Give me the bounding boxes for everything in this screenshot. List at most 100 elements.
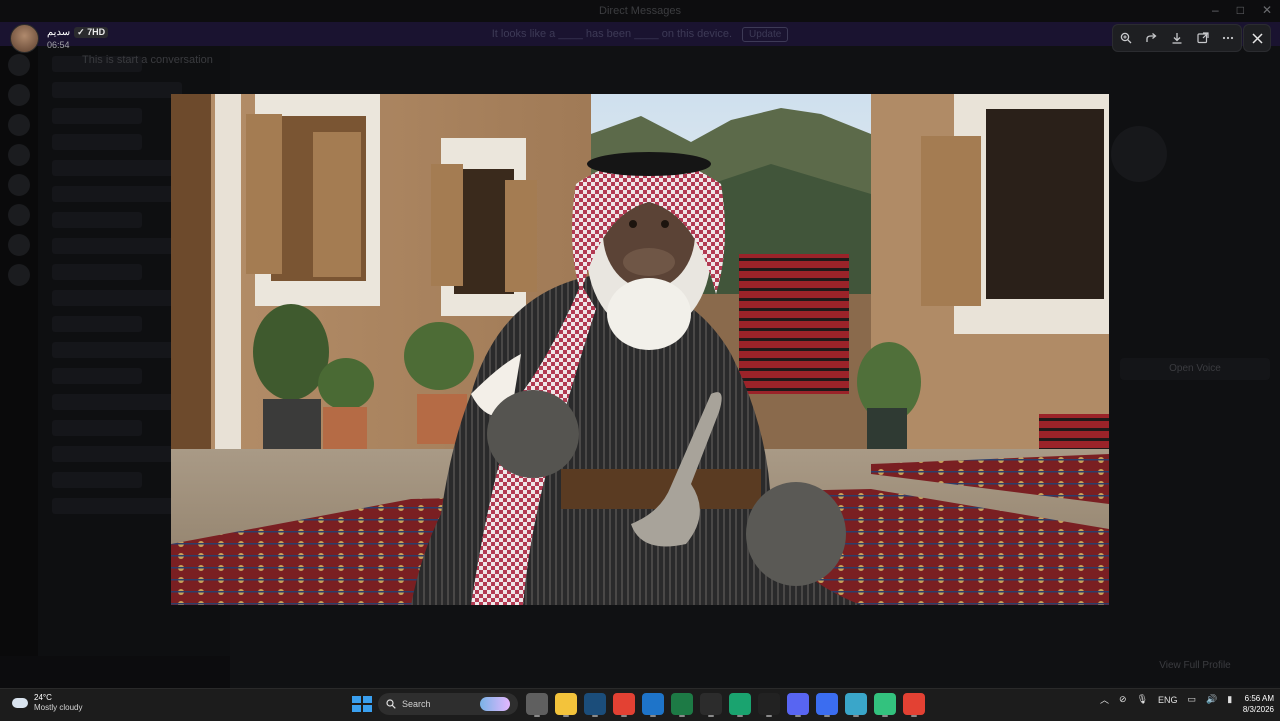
edge-icon[interactable] — [729, 693, 751, 717]
forward-icon[interactable] — [1141, 28, 1161, 48]
robot-app-icon[interactable] — [874, 693, 896, 717]
server-rail — [0, 46, 38, 656]
lightbox-image[interactable] — [171, 94, 1109, 605]
steam-icon[interactable] — [584, 693, 606, 717]
list-item[interactable] — [52, 108, 142, 124]
system-tray: ︿ ⊘ 🎙 ENG ▭ 🔊 ▮ — [1100, 693, 1232, 706]
list-item[interactable] — [52, 238, 182, 254]
file-explorer-icon[interactable] — [555, 693, 577, 717]
running-indicator — [824, 715, 830, 717]
view-full-profile-link[interactable]: View Full Profile — [1110, 660, 1280, 671]
author-name: سديم — [47, 27, 71, 38]
server-icon[interactable] — [8, 54, 30, 76]
server-icon[interactable] — [8, 144, 30, 166]
running-indicator — [534, 715, 540, 717]
close-icon[interactable] — [1243, 24, 1271, 52]
server-icon[interactable] — [8, 234, 30, 256]
author-name-row: سديم ✓ 7HD — [47, 27, 109, 38]
search-highlight-icon — [480, 697, 510, 711]
more-icon[interactable] — [1218, 28, 1238, 48]
list-item[interactable] — [52, 446, 182, 462]
language-indicator[interactable]: ENG — [1158, 695, 1178, 705]
pinned-apps — [526, 693, 925, 717]
open-in-browser-icon[interactable] — [1193, 28, 1213, 48]
window-close-icon[interactable]: ✕ — [1262, 3, 1272, 17]
running-indicator — [911, 715, 917, 717]
banner-update-button[interactable]: Update — [742, 26, 789, 42]
list-item[interactable] — [52, 394, 182, 410]
g-app-icon[interactable] — [758, 693, 780, 717]
excel-icon[interactable] — [671, 693, 693, 717]
server-icon[interactable] — [8, 174, 30, 196]
partly-cloudy-icon — [8, 694, 28, 708]
maximize-icon[interactable]: □ — [1237, 3, 1244, 17]
running-indicator — [766, 715, 772, 717]
photo-illustration — [171, 94, 1109, 605]
list-item[interactable] — [52, 160, 182, 176]
list-item[interactable] — [52, 316, 142, 332]
search-icon — [386, 699, 396, 709]
list-item[interactable] — [52, 212, 142, 228]
outlook-icon[interactable] — [642, 693, 664, 717]
download-icon[interactable] — [1167, 28, 1187, 48]
server-icon[interactable] — [8, 204, 30, 226]
volume-icon[interactable]: 🔊 — [1206, 694, 1217, 705]
zoom-in-icon[interactable] — [1116, 28, 1136, 48]
author-badge: ✓ 7HD — [74, 27, 109, 38]
running-indicator — [853, 715, 859, 717]
lightbox-toolbar — [1112, 24, 1242, 52]
network-off-icon[interactable]: ⊘ — [1119, 694, 1127, 705]
search-label: Search — [402, 699, 431, 709]
taskbar: 24°C Mostly cloudy Search ︿ ⊘ 🎙 ENG ▭ 🔊 … — [0, 688, 1280, 721]
capcut-icon[interactable] — [700, 693, 722, 717]
window-title: Direct Messages — [599, 5, 681, 17]
monitor-icon[interactable]: ▭ — [1188, 694, 1197, 705]
clock-time: 6:56 AM — [1244, 694, 1274, 703]
pinwheel-icon[interactable] — [845, 693, 867, 717]
discord-icon[interactable] — [787, 693, 809, 717]
update-banner: It looks like a ____ has been ____ on th… — [0, 22, 1280, 46]
app-titlebar: Direct Messages – □ ✕ — [0, 0, 1280, 22]
running-indicator — [737, 715, 743, 717]
server-icon[interactable] — [8, 84, 30, 106]
minimize-icon[interactable]: – — [1212, 3, 1219, 17]
list-item[interactable] — [52, 368, 142, 384]
windows-start-icon[interactable] — [350, 694, 372, 714]
server-icon[interactable] — [8, 264, 30, 286]
running-indicator — [679, 715, 685, 717]
taskbar-clock[interactable]: 6:56 AM 8/3/2026 — [1228, 693, 1274, 715]
running-indicator — [882, 715, 888, 717]
running-indicator — [621, 715, 627, 717]
list-item[interactable] — [52, 342, 182, 358]
chevron-up-icon[interactable]: ︿ — [1100, 693, 1109, 706]
window-controls: – □ ✕ — [1212, 3, 1272, 17]
list-item[interactable] — [52, 82, 182, 98]
weather-widget[interactable]: 24°C Mostly cloudy — [8, 693, 83, 713]
lightbox-author: سديم ✓ 7HD 06:54 — [10, 24, 109, 53]
list-item[interactable] — [52, 134, 142, 150]
server-icon[interactable] — [8, 114, 30, 136]
list-item[interactable] — [52, 264, 142, 280]
taskbar-apps: Search — [350, 693, 925, 717]
microphone-icon[interactable]: 🎙 — [1137, 694, 1148, 705]
list-item[interactable] — [52, 290, 182, 306]
open-voice-button[interactable]: Open Voice — [1120, 358, 1270, 380]
user-panel — [0, 656, 230, 688]
list-item[interactable] — [52, 472, 142, 488]
running-indicator — [708, 715, 714, 717]
list-item[interactable] — [52, 186, 182, 202]
banner-text: It looks like a ____ has been ____ on th… — [491, 28, 733, 40]
taskbar-search[interactable]: Search — [378, 693, 518, 715]
chrome-icon[interactable] — [613, 693, 635, 717]
running-indicator — [650, 715, 656, 717]
avatar[interactable] — [10, 24, 39, 53]
list-item[interactable] — [52, 498, 182, 514]
weather-desc: Mostly cloudy — [34, 703, 83, 712]
chrome-profile-icon[interactable] — [903, 693, 925, 717]
weather-temp: 24°C — [34, 693, 52, 702]
list-item[interactable] — [52, 420, 142, 436]
avatar — [1111, 126, 1167, 182]
post-time: 06:54 — [47, 40, 70, 50]
task-view-icon[interactable] — [526, 693, 548, 717]
roblox-icon[interactable] — [816, 693, 838, 717]
